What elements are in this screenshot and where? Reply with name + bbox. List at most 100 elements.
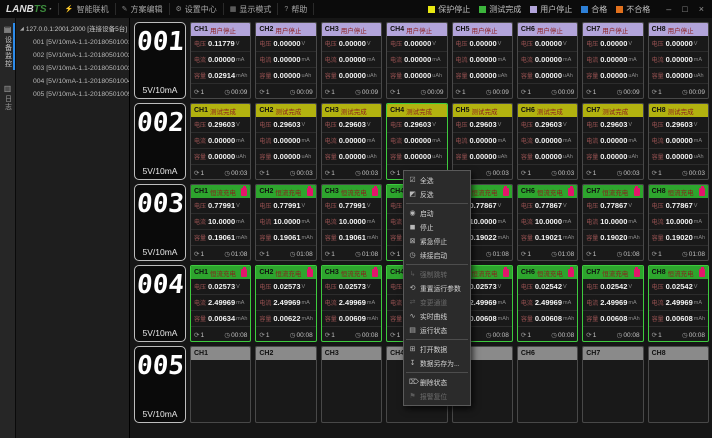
field-current: 电流0.00000mA [256,133,315,149]
elapsed-time: ◷00:09 [355,88,378,96]
device-panel-001[interactable]: 0015V/10mA [134,22,186,99]
device-panel-002[interactable]: 0025V/10mA [134,103,186,180]
context-menu-item-select-all[interactable]: ☑全选 [404,173,470,187]
left-rail: ▤设备监控 ▥日志 [0,18,16,438]
time-value: 00:08 [296,332,312,339]
tree-item-device[interactable]: 001 [5V/10mA-1.1-20180501001] [20,36,127,49]
menu-display-mode[interactable]: ▦显示模式 [223,3,278,15]
channel-name: CH3 [325,350,339,357]
field-label: 电流 [521,136,533,145]
channel-card-005-ch3[interactable]: CH3 [321,346,382,423]
field-value: 0.00000 [470,152,497,161]
context-menu-item-delete-status[interactable]: ⌦删除状态 [404,375,470,389]
minimize-button[interactable]: – [666,4,671,14]
maximize-button[interactable]: □ [682,4,687,14]
channel-card-001-ch5[interactable]: CH5用户停止电压0.00000V电流0.00000mA容量0.00000uAh… [452,22,513,99]
channel-card-003-ch1[interactable]: CH1恒流充电电压0.77991V电流10.0000mA容量0.19061mAh… [190,184,251,261]
field-value: 0.77867 [600,201,627,210]
tree-item-device[interactable]: 002 [5V/10mA-1.1-20180501002] [20,49,127,62]
context-menu-item-emergency-stop[interactable]: ⊠紧急停止 [404,234,470,248]
device-spec-label: 5V/10mA [143,85,178,95]
channel-card-004-ch6[interactable]: CH6恒流充电电压0.02542V电流2.49969mA容量0.00608mAh… [517,265,578,342]
channel-card-footer: ⟳1◷00:09 [191,86,250,98]
channel-card-004-ch7[interactable]: CH7恒流充电电压0.02542V电流2.49969mA容量0.00608mAh… [582,265,643,342]
device-row-001: 0015V/10mACH1用户停止电压0.11779V电流0.00000mA容量… [134,22,709,99]
channel-card-002-ch6[interactable]: CH6测试完成电压0.29603V电流0.00000mA容量0.00000uAh… [517,103,578,180]
channel-card-002-ch8[interactable]: CH8测试完成电压0.29603V电流0.00000mA容量0.00000uAh… [648,103,709,180]
time-value: 00:08 [231,332,247,339]
menu-help[interactable]: ?帮助 [277,3,314,15]
legend-fail: 不合格 [616,4,650,15]
channel-card-004-ch2[interactable]: CH2恒流充电电压0.02573V电流2.49969mA容量0.00622mAh… [255,265,316,342]
channel-card-001-ch2[interactable]: CH2用户停止电压0.00000V电流0.00000mA容量0.00000uAh… [255,22,316,99]
tree-item-device[interactable]: 003 [5V/10mA-1.1-20180501003] [20,62,127,75]
field-value: 0.00608 [600,314,627,323]
channel-card-footer: ⟳1◷00:03 [649,167,708,179]
context-menu-item-start[interactable]: ◉启动 [404,206,470,220]
menu-plan-edit[interactable]: ✎方案编辑 [115,3,169,15]
context-menu-item-reset-run-params[interactable]: ⟲重置运行参数 [404,281,470,295]
device-panel-004[interactable]: 0045V/10mA [134,265,186,342]
channel-card-003-ch8[interactable]: CH8恒流充电电压0.77867V电流10.0000mA容量0.19020mAh… [648,184,709,261]
channel-card-001-ch3[interactable]: CH3用户停止电压0.00000V电流0.00000mA容量0.00000uAh… [321,22,382,99]
tree-item-device[interactable]: 005 [5V/10mA-1.1-20180501005] [20,88,127,101]
channel-card-001-ch1[interactable]: CH1用户停止电压0.11779V电流0.00000mA容量0.02914mAh… [190,22,251,99]
channel-card-002-ch2[interactable]: CH2测试完成电压0.29603V电流0.00000mA容量0.00000uAh… [255,103,316,180]
context-menu-item-save-data-as[interactable]: ↧数据另存为... [404,356,470,370]
channel-card-002-ch3[interactable]: CH3测试完成电压0.29603V电流0.00000mA容量0.00000uAh… [321,103,382,180]
tree-root-node[interactable]: ◢ 127.0.0.1:2001,2000 [连接设备5台] [20,23,127,36]
channel-card-003-ch6[interactable]: CH6恒流充电电压0.77867V电流10.0000mA容量0.19021mAh… [517,184,578,261]
context-menu-item-realtime-curve[interactable]: ∿实时曲线 [404,309,470,323]
topbar: LANBTS· ⚡智能联机✎方案编辑⚙设置中心▦显示模式?帮助 保护停止测试完成… [0,0,712,18]
field-capacity: 容量0.00000uAh [256,149,315,165]
elapsed-time: ◷01:08 [486,250,509,258]
channel-card-004-ch8[interactable]: CH8恒流充电电压0.02542V电流2.49969mA容量0.00608mAh… [648,265,709,342]
channel-card-001-ch7[interactable]: CH7用户停止电压0.00000V电流0.00000mA容量0.00000uAh… [582,22,643,99]
channel-card-002-ch7[interactable]: CH7测试完成电压0.29603V电流0.00000mA容量0.00000uAh… [582,103,643,180]
channel-card-002-ch4[interactable]: CH4测试完成电压0.29603V电流0.00000mA容量0.00000uAh… [386,103,447,180]
context-menu-label: 停止 [420,222,434,232]
channel-card-003-ch7[interactable]: CH7恒流充电电压0.77867V电流10.0000mA容量0.19020mAh… [582,184,643,261]
menu-settings-center[interactable]: ⚙设置中心 [169,3,223,15]
context-menu-item-run-status[interactable]: ▤运行状态 [404,323,470,337]
channel-card-004-ch1[interactable]: CH1恒流充电电压0.02573V电流2.49969mA容量0.00634mAh… [190,265,251,342]
field-label: 容量 [325,314,337,323]
channel-card-005-ch8[interactable]: CH8 [648,346,709,423]
channel-card-002-ch5[interactable]: CH5测试完成电压0.29603V电流0.00000mA容量0.00000uAh… [452,103,513,180]
device-panel-003[interactable]: 0035V/10mA [134,184,186,261]
channel-card-001-ch6[interactable]: CH6用户停止电压0.00000V电流0.00000mA容量0.00000uAh… [517,22,578,99]
cycle-icon: ⟳ [586,88,591,96]
channel-card-003-ch3[interactable]: CH3恒流充电电压0.77991V电流10.0000mA容量0.19061mAh… [321,184,382,261]
field-value: 0.00000 [535,152,562,161]
channel-card-002-ch1[interactable]: CH1测试完成电压0.29603V电流0.00000mA容量0.00000uAh… [190,103,251,180]
channel-card-004-ch3[interactable]: CH3恒流充电电压0.02573V电流2.49969mA容量0.00609mAh… [321,265,382,342]
menu-smart-connect[interactable]: ⚡智能联机 [58,3,115,15]
logo-dropdown-indicator[interactable]: · [49,4,52,15]
device-panel-005[interactable]: 0055V/10mA [134,346,186,423]
context-menu-item-stop[interactable]: ◼停止 [404,220,470,234]
select-all-icon: ☑ [409,176,416,184]
channel-card-header: CH8恒流充电 [649,185,708,198]
channel-card-001-ch8[interactable]: CH8用户停止电压0.00000V电流0.00000mA容量0.00000uAh… [648,22,709,99]
channel-card-005-ch1[interactable]: CH1 [190,346,251,423]
rail-tab-device-monitor[interactable]: ▤设备监控 [0,23,15,70]
rail-tab-log[interactable]: ▥日志 [0,82,15,113]
close-button[interactable]: × [699,4,704,14]
context-menu-item-invert-selection[interactable]: ◩反选 [404,187,470,201]
cycle-count: ⟳1 [390,250,400,258]
field-unit: V [563,41,567,47]
tree-item-device[interactable]: 004 [5V/10mA-1.1-20180501004] [20,75,127,88]
channel-card-footer: ⟳1◷00:03 [256,167,315,179]
channel-card-005-ch7[interactable]: CH7 [582,346,643,423]
cycle-count: ⟳1 [325,250,335,258]
field-value: 0.00000 [339,152,366,161]
channel-card-003-ch2[interactable]: CH2恒流充电电压0.77991V电流10.0000mA容量0.19061mAh… [255,184,316,261]
channel-card-005-ch6[interactable]: CH6 [517,346,578,423]
context-menu-item-resume-start[interactable]: ◷续接启动 [404,248,470,262]
context-menu-item-open-data[interactable]: ⊞打开数据 [404,342,470,356]
channel-card-001-ch4[interactable]: CH4用户停止电压0.00000V电流0.00000mA容量0.00000uAh… [386,22,447,99]
field-unit: mA [498,57,506,63]
field-unit: mA [694,300,702,306]
channel-card-005-ch2[interactable]: CH2 [255,346,316,423]
menu-items: ⚡智能联机✎方案编辑⚙设置中心▦显示模式?帮助 [58,0,314,18]
